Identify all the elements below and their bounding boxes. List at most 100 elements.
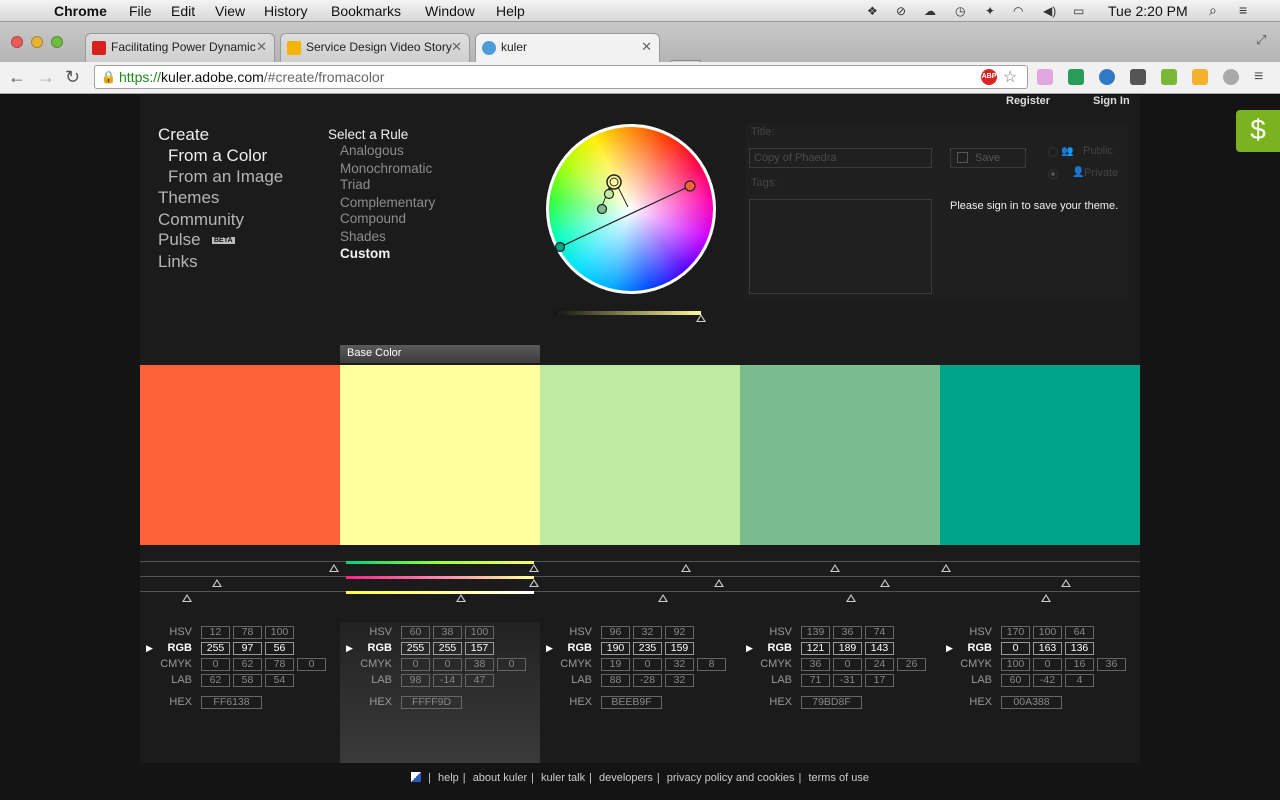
base-brightness-bar[interactable] xyxy=(346,591,534,594)
cmyk-value-field[interactable]: 32 xyxy=(665,658,694,671)
register-link[interactable]: Register xyxy=(1006,95,1050,107)
lab-value-field[interactable]: 88 xyxy=(601,674,630,687)
rule-monochromatic[interactable]: Monochromatic xyxy=(340,161,432,176)
battery-icon[interactable]: ▭ xyxy=(1073,4,1084,18)
menu-bookmarks[interactable]: Bookmarks xyxy=(331,3,401,19)
cmyk-value-field[interactable]: 36 xyxy=(1097,658,1126,671)
color-swatch-2[interactable] xyxy=(340,365,540,545)
nav-links[interactable]: Links xyxy=(158,252,198,272)
cmyk-value-field[interactable]: 38 xyxy=(465,658,494,671)
rgb-value-field[interactable]: 163 xyxy=(1033,642,1062,655)
time-machine-icon[interactable]: ◷ xyxy=(955,4,965,18)
hsv-value-field[interactable]: 100 xyxy=(1033,626,1062,639)
cmyk-value-field[interactable]: 19 xyxy=(601,658,630,671)
browser-tab[interactable]: Service Design Video Story ✕ xyxy=(280,33,470,62)
menu-help[interactable]: Help xyxy=(496,3,525,19)
close-icon[interactable]: ✕ xyxy=(641,39,652,55)
cmyk-value-field[interactable]: 24 xyxy=(865,658,894,671)
nav-from-a-color[interactable]: From a Color xyxy=(168,146,267,166)
window-close-button[interactable] xyxy=(11,36,23,48)
slider-handle[interactable] xyxy=(212,579,222,587)
color-swatch-5[interactable] xyxy=(940,365,1140,545)
sign-in-link[interactable]: Sign In xyxy=(1093,95,1130,107)
rgb-value-field[interactable]: 255 xyxy=(201,642,230,655)
footer-link-privacy[interactable]: privacy policy and cookies xyxy=(667,772,795,784)
lab-value-field[interactable]: 47 xyxy=(465,674,494,687)
notification-center-icon[interactable]: ≡ xyxy=(1239,2,1247,18)
menu-view[interactable]: View xyxy=(215,3,245,19)
extension-skype-icon[interactable] xyxy=(1099,69,1115,85)
cmyk-value-field[interactable]: 0 xyxy=(1033,658,1062,671)
cmyk-value-field[interactable]: 0 xyxy=(497,658,526,671)
chrome-menu-icon[interactable]: ≡ xyxy=(1254,68,1263,86)
spotlight-search-icon[interactable]: ⌕ xyxy=(1209,2,1217,19)
cmyk-value-field[interactable]: 0 xyxy=(201,658,230,671)
slider-handle[interactable] xyxy=(1041,594,1051,602)
extension-fq-icon[interactable] xyxy=(1037,69,1053,85)
base-saturation-bar[interactable] xyxy=(346,576,534,579)
title-input[interactable]: Copy of Phaedra xyxy=(749,148,932,168)
lab-value-field[interactable]: 58 xyxy=(233,674,262,687)
hex-value-field[interactable]: 00A388 xyxy=(1001,696,1062,709)
slider-handle[interactable] xyxy=(941,564,951,572)
hex-value-field[interactable]: FF6138 xyxy=(201,696,262,709)
rgb-value-field[interactable]: 159 xyxy=(665,642,694,655)
extension-evernote-icon[interactable] xyxy=(1161,69,1177,85)
nav-pulse[interactable]: Pulse xyxy=(158,230,201,250)
window-minimize-button[interactable] xyxy=(31,36,43,48)
wheel-base-handle[interactable] xyxy=(606,174,622,190)
rule-custom[interactable]: Custom xyxy=(340,246,390,261)
rgb-value-field[interactable]: 143 xyxy=(865,642,894,655)
hsv-value-field[interactable]: 78 xyxy=(233,626,262,639)
color-swatch-3[interactable] xyxy=(540,365,740,545)
rgb-value-field[interactable]: 189 xyxy=(833,642,862,655)
cmyk-value-field[interactable]: 26 xyxy=(897,658,926,671)
hsv-value-field[interactable]: 64 xyxy=(1065,626,1094,639)
lab-value-field[interactable]: 60 xyxy=(1001,674,1030,687)
fullscreen-icon[interactable]: ⤢ xyxy=(1256,32,1266,48)
rgb-value-field[interactable]: 136 xyxy=(1065,642,1094,655)
cmyk-value-field[interactable]: 0 xyxy=(297,658,326,671)
extension-pocket-icon[interactable] xyxy=(1130,69,1146,85)
adblock-icon[interactable]: ABP xyxy=(981,69,997,85)
hex-value-field[interactable]: 79BD8F xyxy=(801,696,862,709)
cmyk-value-field[interactable]: 0 xyxy=(633,658,662,671)
rgb-value-field[interactable]: 190 xyxy=(601,642,630,655)
rule-complementary[interactable]: Complementary xyxy=(340,195,435,210)
footer-link-about[interactable]: about kuler xyxy=(473,772,527,784)
address-bar[interactable]: 🔒 https://kuler.adobe.com/#create/fromac… xyxy=(94,65,1028,89)
rgb-value-field[interactable]: 56 xyxy=(265,642,294,655)
slider-handle[interactable] xyxy=(714,579,724,587)
save-button[interactable]: Save xyxy=(950,148,1026,168)
slider-handle[interactable] xyxy=(456,594,466,602)
cloud-status-icon[interactable]: ☁ xyxy=(924,4,936,18)
browser-tab[interactable]: Facilitating Power Dynamic ✕ xyxy=(85,33,275,62)
nav-community[interactable]: Community xyxy=(158,210,244,230)
lab-value-field[interactable]: 98 xyxy=(401,674,430,687)
menu-app-name[interactable]: Chrome xyxy=(54,3,107,19)
hsv-value-field[interactable]: 96 xyxy=(601,626,630,639)
rule-shades[interactable]: Shades xyxy=(340,229,386,244)
hsv-value-field[interactable]: 36 xyxy=(833,626,862,639)
base-hue-bar[interactable] xyxy=(346,561,534,564)
cmyk-value-field[interactable]: 100 xyxy=(1001,658,1030,671)
lab-value-field[interactable]: 4 xyxy=(1065,674,1094,687)
lab-value-field[interactable]: 17 xyxy=(865,674,894,687)
rgb-value-field[interactable]: 235 xyxy=(633,642,662,655)
rgb-value-field[interactable]: 121 xyxy=(801,642,830,655)
cmyk-value-field[interactable]: 0 xyxy=(833,658,862,671)
footer-link-kuler-talk[interactable]: kuler talk xyxy=(541,772,585,784)
slider-handle[interactable] xyxy=(681,564,691,572)
lab-value-field[interactable]: 54 xyxy=(265,674,294,687)
lab-value-field[interactable]: -14 xyxy=(433,674,462,687)
footer-link-developers[interactable]: developers xyxy=(599,772,653,784)
slider-handle[interactable] xyxy=(880,579,890,587)
cmyk-value-field[interactable]: 78 xyxy=(265,658,294,671)
slider-handle[interactable] xyxy=(529,564,539,572)
color-wheel[interactable] xyxy=(545,123,717,295)
side-extension-dollar-icon[interactable]: $ xyxy=(1236,110,1280,152)
lab-value-field[interactable]: -28 xyxy=(633,674,662,687)
cmyk-value-field[interactable]: 8 xyxy=(697,658,726,671)
hsv-value-field[interactable]: 12 xyxy=(201,626,230,639)
footer-link-help[interactable]: help xyxy=(438,772,459,784)
